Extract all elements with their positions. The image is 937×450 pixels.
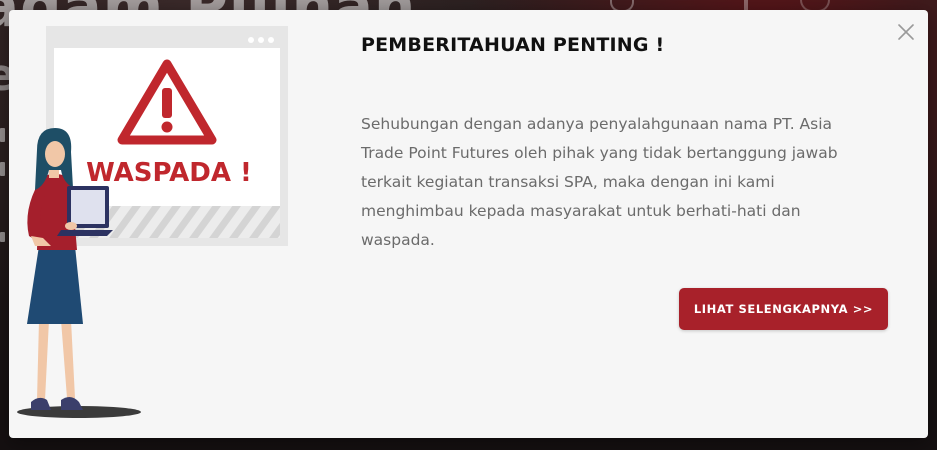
background-text-fragment [0, 162, 5, 176]
background-text-fragment [0, 232, 5, 242]
modal-title: PEMBERITAHUAN PENTING ! [361, 34, 665, 56]
background-icon [744, 0, 748, 10]
modal-body-text: Sehubungan dengan adanya penyalahgunaan … [361, 115, 838, 249]
notice-modal: WASPADA ! PEMBERITAHUAN PENTING ! Sehubu… [9, 10, 928, 438]
view-more-button[interactable]: LIHAT SELENGKAPNYA >> [679, 288, 888, 330]
close-icon[interactable] [896, 22, 916, 42]
warning-illustration: WASPADA ! [9, 10, 309, 438]
background-text-fragment [0, 128, 5, 142]
warning-text: WASPADA ! [86, 158, 252, 188]
